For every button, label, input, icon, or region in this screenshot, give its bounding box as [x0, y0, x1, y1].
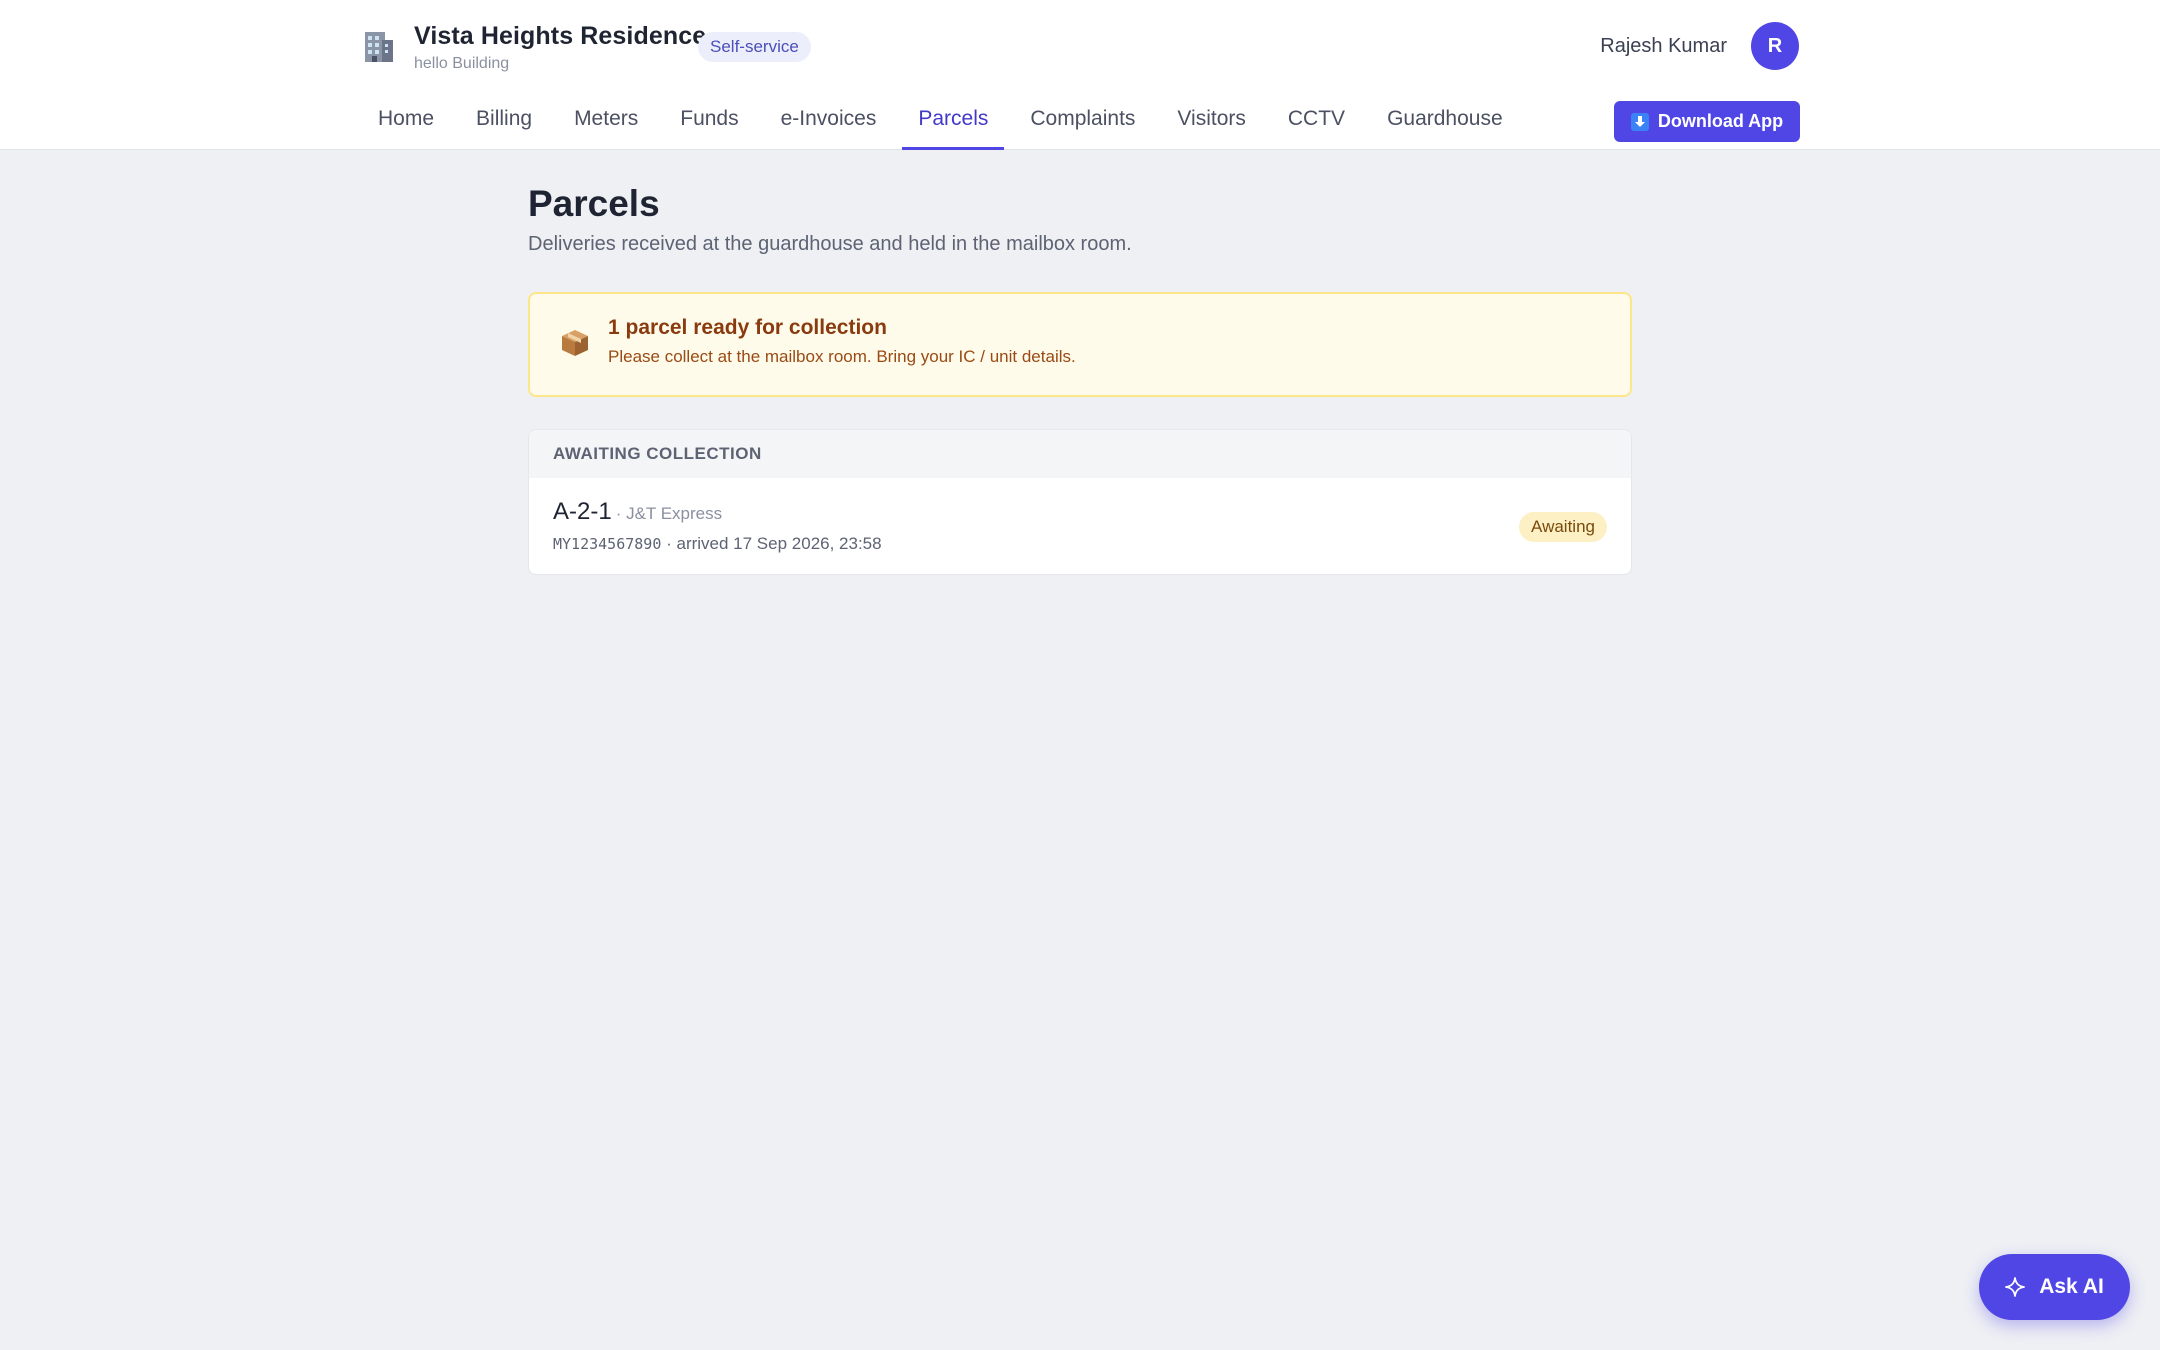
arrival-time: · arrived 17 Sep 2026, 23:58	[666, 534, 882, 553]
self-service-badge: Self-service	[698, 32, 811, 62]
download-icon	[1630, 112, 1649, 131]
ask-ai-button[interactable]: Ask AI	[1979, 1254, 2130, 1320]
nav-billing[interactable]: Billing	[460, 96, 548, 150]
download-app-label: Download App	[1657, 111, 1784, 131]
collection-alert: 1 parcel ready for collection Please col…	[528, 292, 1632, 397]
nav-cctv[interactable]: CCTV	[1272, 96, 1361, 150]
status-badge: Awaiting	[1519, 512, 1607, 542]
awaiting-collection-card: AWAITING COLLECTION A-2-1 · J&T Express M…	[528, 429, 1632, 575]
nav-parcels[interactable]: Parcels	[902, 96, 1005, 150]
nav-e-invoices[interactable]: e-Invoices	[765, 96, 893, 150]
parcel-unit: A-2-1 · J&T Express	[553, 498, 722, 526]
parcel-meta: MY1234567890 · arrived 17 Sep 2026, 23:5…	[553, 534, 882, 554]
building-subtitle: hello Building	[414, 55, 510, 72]
alert-text: Please collect at the mailbox room. Brin…	[608, 347, 1076, 366]
main-nav: Home Billing Meters Funds e-Invoices Par…	[362, 96, 1529, 150]
download-app-button[interactable]: Download App	[1614, 101, 1800, 142]
parcel-row[interactable]: A-2-1 · J&T Express MY1234567890 · arrive…	[529, 478, 1631, 574]
alert-title: 1 parcel ready for collection	[608, 316, 887, 339]
section-heading: AWAITING COLLECTION	[529, 430, 1631, 478]
courier-name: · J&T Express	[615, 504, 723, 523]
building-icon	[362, 28, 398, 68]
main-content: Parcels Deliveries received at the guard…	[528, 180, 1632, 575]
building-name: Vista Heights Residence	[414, 22, 707, 50]
nav-meters[interactable]: Meters	[558, 96, 654, 150]
nav-complaints[interactable]: Complaints	[1014, 96, 1151, 150]
top-header: Vista Heights Residence hello Building S…	[0, 0, 2160, 150]
tracking-number: MY1234567890	[553, 535, 662, 553]
page-subtitle: Deliveries received at the guardhouse an…	[528, 233, 1132, 255]
nav-visitors[interactable]: Visitors	[1161, 96, 1261, 150]
user-menu[interactable]: Rajesh Kumar R	[1600, 22, 1799, 70]
user-name: Rajesh Kumar	[1600, 34, 1727, 57]
avatar[interactable]: R	[1751, 22, 1799, 70]
package-icon	[560, 328, 590, 358]
nav-guardhouse[interactable]: Guardhouse	[1371, 96, 1519, 150]
sparkle-icon	[2005, 1277, 2026, 1297]
nav-funds[interactable]: Funds	[664, 96, 754, 150]
ask-ai-label: Ask AI	[2039, 1275, 2104, 1298]
nav-home[interactable]: Home	[362, 96, 450, 150]
brand[interactable]: Vista Heights Residence hello Building	[362, 20, 706, 75]
page-title: Parcels	[528, 183, 660, 224]
unit-number: A-2-1	[553, 498, 612, 525]
